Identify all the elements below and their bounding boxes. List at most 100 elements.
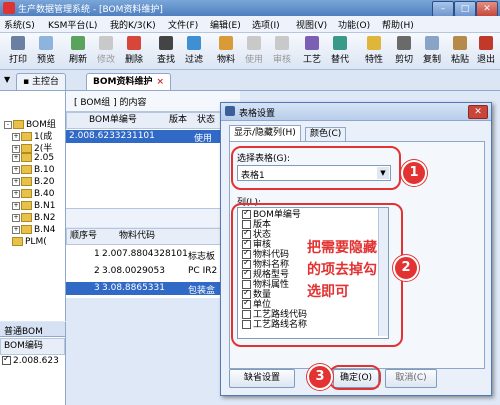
- menu-system[interactable]: 系统(S): [4, 18, 35, 31]
- use-button[interactable]: 使用: [240, 35, 268, 67]
- step-badge-3: 3: [307, 364, 333, 390]
- folder-icon: [21, 177, 32, 186]
- detail-grid: 顺序号 物料代码 1 2.007.8804328101 标志板 2 3.08.0…: [66, 228, 226, 298]
- row-checkbox[interactable]: [2, 354, 11, 365]
- menu-view[interactable]: 视图(V): [296, 18, 327, 31]
- table-settings-dialog: 表格设置 ✕ 显示/隐藏列(H) 颜色(C) 选择表格(G): 表格1 ▼ 1 …: [220, 102, 492, 396]
- paste-button[interactable]: 粘贴: [446, 35, 474, 67]
- cancel-button[interactable]: 取消(C): [385, 369, 437, 388]
- printer-icon: [11, 36, 25, 50]
- exit-icon: [479, 36, 493, 50]
- folder-icon: [21, 213, 32, 222]
- audit-button[interactable]: 审核: [268, 35, 296, 67]
- menu-function[interactable]: 功能(O): [338, 18, 370, 31]
- feature-icon: [367, 36, 381, 50]
- col-version[interactable]: 版本: [169, 113, 187, 128]
- detail-grid-header: 顺序号 物料代码: [66, 228, 226, 245]
- tab-bom-maintenance[interactable]: BOM资料维护 ×: [86, 73, 172, 90]
- close-window-button[interactable]: ✕: [476, 1, 498, 17]
- menu-edit[interactable]: 编辑(E): [210, 18, 241, 31]
- menu-options[interactable]: 选项(I): [252, 18, 280, 31]
- delete-button[interactable]: 删除: [120, 35, 148, 67]
- step-badge-2: 2: [393, 255, 419, 281]
- binoculars-icon: [159, 36, 173, 50]
- print-button[interactable]: 打印: [4, 35, 32, 67]
- tree-item[interactable]: + B.N2: [12, 213, 56, 223]
- menu-myk3[interactable]: 我的K/3(K): [110, 18, 156, 31]
- material-button[interactable]: 物料: [212, 35, 240, 67]
- find-button[interactable]: 查找: [152, 35, 180, 67]
- filter-button[interactable]: 过滤: [180, 35, 208, 67]
- menu-file[interactable]: 文件(F): [168, 18, 198, 31]
- bom-group-tree: - BOM组 +1(成 +2(半 +2.05 + B.10 + B.20 + B.40 …: [0, 91, 66, 321]
- modify-button[interactable]: 修改: [92, 35, 120, 67]
- col-seq[interactable]: 顺序号: [70, 229, 97, 244]
- folder-icon: [21, 201, 32, 210]
- tab-close-icon[interactable]: ×: [156, 77, 164, 87]
- table-row[interactable]: 2 3.08.0029053 PC IR2: [66, 265, 224, 278]
- tab-bom-label: BOM资料维护: [93, 77, 153, 87]
- folder-icon: [21, 132, 32, 141]
- tab-show-hide-columns[interactable]: 显示/隐藏列(H): [229, 125, 301, 141]
- home-icon: ▪: [23, 77, 32, 87]
- substitute-button[interactable]: 替代: [326, 35, 354, 67]
- delete-icon: [127, 36, 141, 50]
- substitute-icon: [333, 36, 347, 50]
- horizontal-scrollbar[interactable]: [66, 208, 226, 227]
- folder-icon: [13, 120, 24, 129]
- toolbar: 打印 预览 刷新 修改 删除 查找 过滤 物料 使用 审核 工艺 替代 特性 剪…: [0, 33, 500, 70]
- tab-colors[interactable]: 颜色(C): [305, 127, 347, 141]
- table-row[interactable]: 2.008.6233231101 使用: [66, 130, 224, 144]
- refresh-icon: [71, 36, 85, 50]
- material-icon: [219, 36, 233, 50]
- tree-item[interactable]: + B.N1: [12, 201, 56, 211]
- table-row[interactable]: 1 2.007.8804328101 标志板: [66, 248, 224, 262]
- dialog-app-icon: [225, 106, 235, 116]
- tree-item[interactable]: + B.10: [12, 165, 55, 175]
- tab-home[interactable]: ▪ 主控台: [16, 73, 66, 90]
- tree-item[interactable]: + B.20: [12, 177, 55, 187]
- window-title: 生产数据管理系统 - [BOM资料维护]: [18, 5, 163, 15]
- tab-menu-arrow-icon[interactable]: ▼: [4, 75, 10, 84]
- normal-bom-tab[interactable]: 普通BOM: [0, 322, 65, 337]
- preview-icon: [39, 36, 53, 50]
- minimize-button[interactable]: –: [432, 1, 454, 17]
- scissors-icon: [397, 36, 411, 50]
- table-row[interactable]: 2.008.623: [2, 354, 64, 366]
- tree-item[interactable]: + B.40: [12, 189, 55, 199]
- menu-help[interactable]: 帮助(H): [382, 18, 414, 31]
- collapse-icon[interactable]: -: [4, 120, 12, 129]
- feature-button[interactable]: 特性: [360, 35, 388, 67]
- col-status[interactable]: 状态: [197, 113, 215, 128]
- col-bom-code[interactable]: BOM单编号: [89, 113, 137, 128]
- folder-icon: [21, 225, 32, 234]
- copy-button[interactable]: 复制: [418, 35, 446, 67]
- cut-button[interactable]: 剪切: [390, 35, 418, 67]
- default-settings-button[interactable]: 缺省设置: [229, 369, 295, 388]
- maximize-button[interactable]: □: [454, 1, 476, 17]
- tree-item[interactable]: + B.N4: [12, 225, 56, 235]
- exit-button[interactable]: 退出: [472, 35, 500, 67]
- table-row[interactable]: 3 3.08.8865331 包装盒: [66, 282, 224, 296]
- bom-code-header[interactable]: BOM编码: [0, 338, 65, 355]
- tree-item[interactable]: PLM(: [12, 237, 47, 247]
- col-material-code[interactable]: 物料代码: [119, 229, 155, 244]
- edit-icon: [99, 36, 113, 50]
- audit-icon: [275, 36, 289, 50]
- paste-icon: [453, 36, 467, 50]
- process-button[interactable]: 工艺: [298, 35, 326, 67]
- step-badge-1: 1: [401, 160, 427, 186]
- annotation-line-1: 把需要隐藏: [307, 240, 377, 256]
- highlight-ring-select: [231, 146, 401, 190]
- bom-grid-header: BOM单编号 版本 状态: [66, 112, 226, 129]
- tree-item[interactable]: +2.05: [12, 153, 54, 163]
- app-logo-icon: [3, 2, 15, 14]
- refresh-button[interactable]: 刷新: [64, 35, 92, 67]
- dialog-close-button[interactable]: ✕: [468, 105, 488, 119]
- menu-ksm[interactable]: KSM平台(L): [48, 18, 97, 31]
- preview-button[interactable]: 预览: [32, 35, 60, 67]
- bom-grid: BOM单编号 版本 状态 2.008.6233231101 使用: [66, 112, 226, 208]
- process-icon: [305, 36, 319, 50]
- folder-icon: [21, 189, 32, 198]
- annotation-line-2: 的项去掉勾: [307, 262, 377, 278]
